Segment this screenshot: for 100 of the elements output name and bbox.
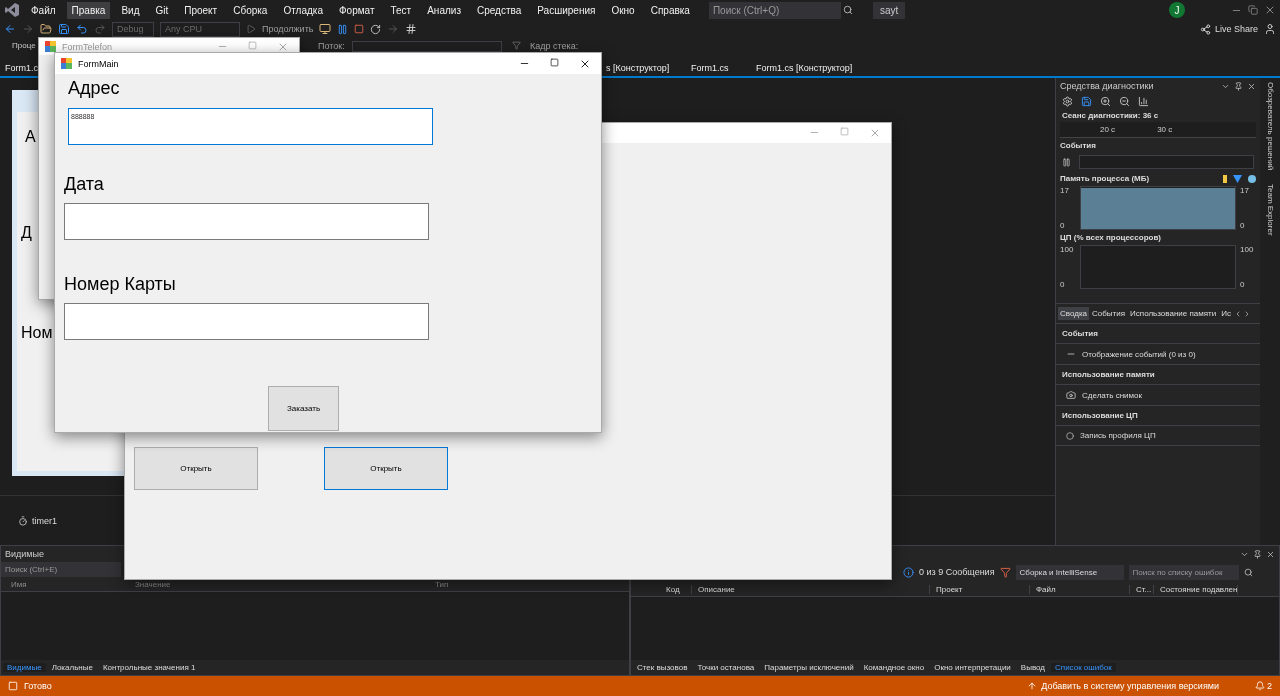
marker-icon [1223, 174, 1227, 183]
document-tab[interactable]: s [Конструктор] [606, 63, 670, 73]
timer-icon [18, 515, 28, 526]
menu-item[interactable]: Окно [606, 1, 640, 19]
maximize-icon[interactable] [550, 57, 559, 67]
axis-label: 17 [1240, 186, 1249, 195]
column-header[interactable]: Файл [1030, 584, 1130, 594]
text-field[interactable] [64, 203, 429, 240]
search-field[interactable]: Поиск (Ctrl+Q) [708, 1, 841, 19]
panel-tab[interactable]: Контрольные значения 1 [98, 663, 200, 672]
status-text: Готово [24, 681, 52, 691]
document-tab[interactable]: Form1.cs [691, 63, 729, 73]
menu-item[interactable]: Справка [645, 1, 695, 19]
solution-name: sayt [872, 1, 906, 19]
panel-title: Средства диагностики [1060, 81, 1154, 91]
panel-tab[interactable]: Стек вызовов [633, 663, 692, 672]
export-icon[interactable] [1081, 96, 1092, 107]
close-icon[interactable] [1266, 549, 1275, 559]
save-icon[interactable] [58, 23, 70, 35]
pause-icon[interactable] [1062, 157, 1071, 167]
back-icon[interactable] [4, 23, 16, 35]
undo-icon[interactable] [76, 23, 88, 35]
pin-icon[interactable] [1234, 81, 1243, 91]
menu-item[interactable]: Средства [471, 1, 527, 19]
timer-component[interactable]: timer1 [32, 515, 57, 526]
panel-tab[interactable]: Сводка [1058, 307, 1089, 320]
menu-item[interactable]: Правка [66, 1, 111, 19]
chart-icon[interactable] [1138, 96, 1149, 107]
column-header[interactable]: Имя [5, 579, 129, 589]
search-field[interactable]: Поиск по списку ошибок [1128, 564, 1239, 580]
section-heading: События [1056, 324, 1260, 344]
open-button[interactable]: Открыть [134, 447, 258, 490]
user-icon[interactable] [1264, 23, 1276, 35]
folder-icon[interactable] [40, 23, 52, 35]
form-label: Д [21, 224, 32, 242]
column-header[interactable]: Проект [930, 584, 1030, 594]
order-button[interactable]: Заказать [268, 386, 339, 431]
column-header[interactable]: Состояние подавлен [1154, 584, 1239, 594]
menu-item[interactable]: Проект [179, 1, 223, 19]
action-link[interactable]: Сделать снимок [1082, 390, 1142, 400]
account-avatar[interactable]: J [1169, 2, 1185, 18]
panel-tab[interactable]: Параметры исключений [760, 663, 858, 672]
pause-icon[interactable] [337, 23, 349, 35]
panel-tab[interactable]: Ис [1219, 307, 1233, 320]
continue-button[interactable]: Продолжить [262, 24, 314, 34]
column-header[interactable]: Описание [692, 584, 930, 594]
panel-tab[interactable]: Окно интерпретации [930, 663, 1015, 672]
scope-dropdown[interactable]: Сборка и IntelliSense [1015, 564, 1124, 580]
app-logo-icon [4, 2, 20, 18]
menu-item[interactable]: Git [150, 1, 174, 19]
source-control-button[interactable]: Добавить в систему управления версиями [1041, 681, 1219, 691]
panel-tab[interactable]: Использование памяти [1128, 307, 1219, 320]
axis-label: 100 [1060, 245, 1074, 254]
restore-icon[interactable] [1248, 5, 1258, 15]
document-tab[interactable]: Form1.cs [Конструктор] [756, 63, 853, 73]
side-tab[interactable]: Обозреватель решений [1265, 82, 1275, 171]
filter-icon[interactable] [999, 566, 1011, 578]
column-header[interactable]: Код [660, 584, 692, 594]
panel-tab[interactable]: Вывод [1016, 663, 1050, 672]
hash-icon[interactable] [405, 23, 418, 35]
settings-icon[interactable] [1062, 96, 1073, 107]
field-label: Адрес [68, 78, 120, 99]
window-title: FormMain [78, 58, 119, 69]
section-heading: Использование ЦП [1056, 406, 1260, 426]
panel-tab[interactable]: События [1090, 307, 1128, 320]
column-header[interactable]: Ст... [1130, 584, 1154, 594]
menu-item[interactable]: Расширения [532, 1, 601, 19]
panel-tab[interactable]: Локальные [47, 663, 97, 672]
zoom-in-icon[interactable] [1100, 96, 1111, 107]
text-field[interactable] [64, 303, 429, 340]
menu-item[interactable]: Формат [333, 1, 380, 19]
open-button[interactable]: Открыть [324, 447, 448, 490]
stop-icon[interactable] [354, 24, 365, 34]
search-field[interactable]: Поиск (Ctrl+E) [1, 562, 121, 577]
live-share-button[interactable]: Live Share [1214, 24, 1258, 34]
timeline-ruler[interactable]: 20 с 30 с [1060, 122, 1256, 138]
dot-icon [1248, 174, 1256, 183]
menu-item[interactable]: Отладка [278, 1, 328, 19]
zoom-out-icon[interactable] [1119, 96, 1130, 107]
panel-tab[interactable]: Командное окно [859, 663, 929, 672]
menu-item[interactable]: Вид [116, 1, 145, 19]
document-tab[interactable]: Form1.c [5, 63, 38, 73]
close-icon[interactable] [1247, 81, 1256, 91]
panel-tab[interactable]: Точки останова [693, 663, 759, 672]
axis-label: 0 [1060, 280, 1065, 289]
monitor-icon[interactable] [319, 23, 332, 35]
panel-tab[interactable]: Список ошибок [1051, 663, 1116, 672]
menu-item[interactable]: Тест [385, 1, 417, 19]
side-tab[interactable]: Team Explorer [1265, 184, 1275, 236]
restart-icon[interactable] [370, 23, 382, 35]
notification-count[interactable]: 2 [1267, 681, 1272, 691]
menu-item[interactable]: Файл [26, 1, 61, 19]
action-link[interactable]: Запись профиля ЦП [1080, 431, 1156, 440]
menu-item[interactable]: Анализ [422, 1, 466, 19]
menu-item[interactable]: Сборка [228, 1, 273, 19]
action-link[interactable]: Отображение событий (0 из 0) [1082, 349, 1196, 359]
messages-filter[interactable]: 0 из 9 Сообщения [919, 567, 995, 577]
pin-icon[interactable] [1253, 549, 1262, 559]
panel-tab[interactable]: Видимые [3, 663, 46, 672]
window-icon [8, 681, 18, 691]
